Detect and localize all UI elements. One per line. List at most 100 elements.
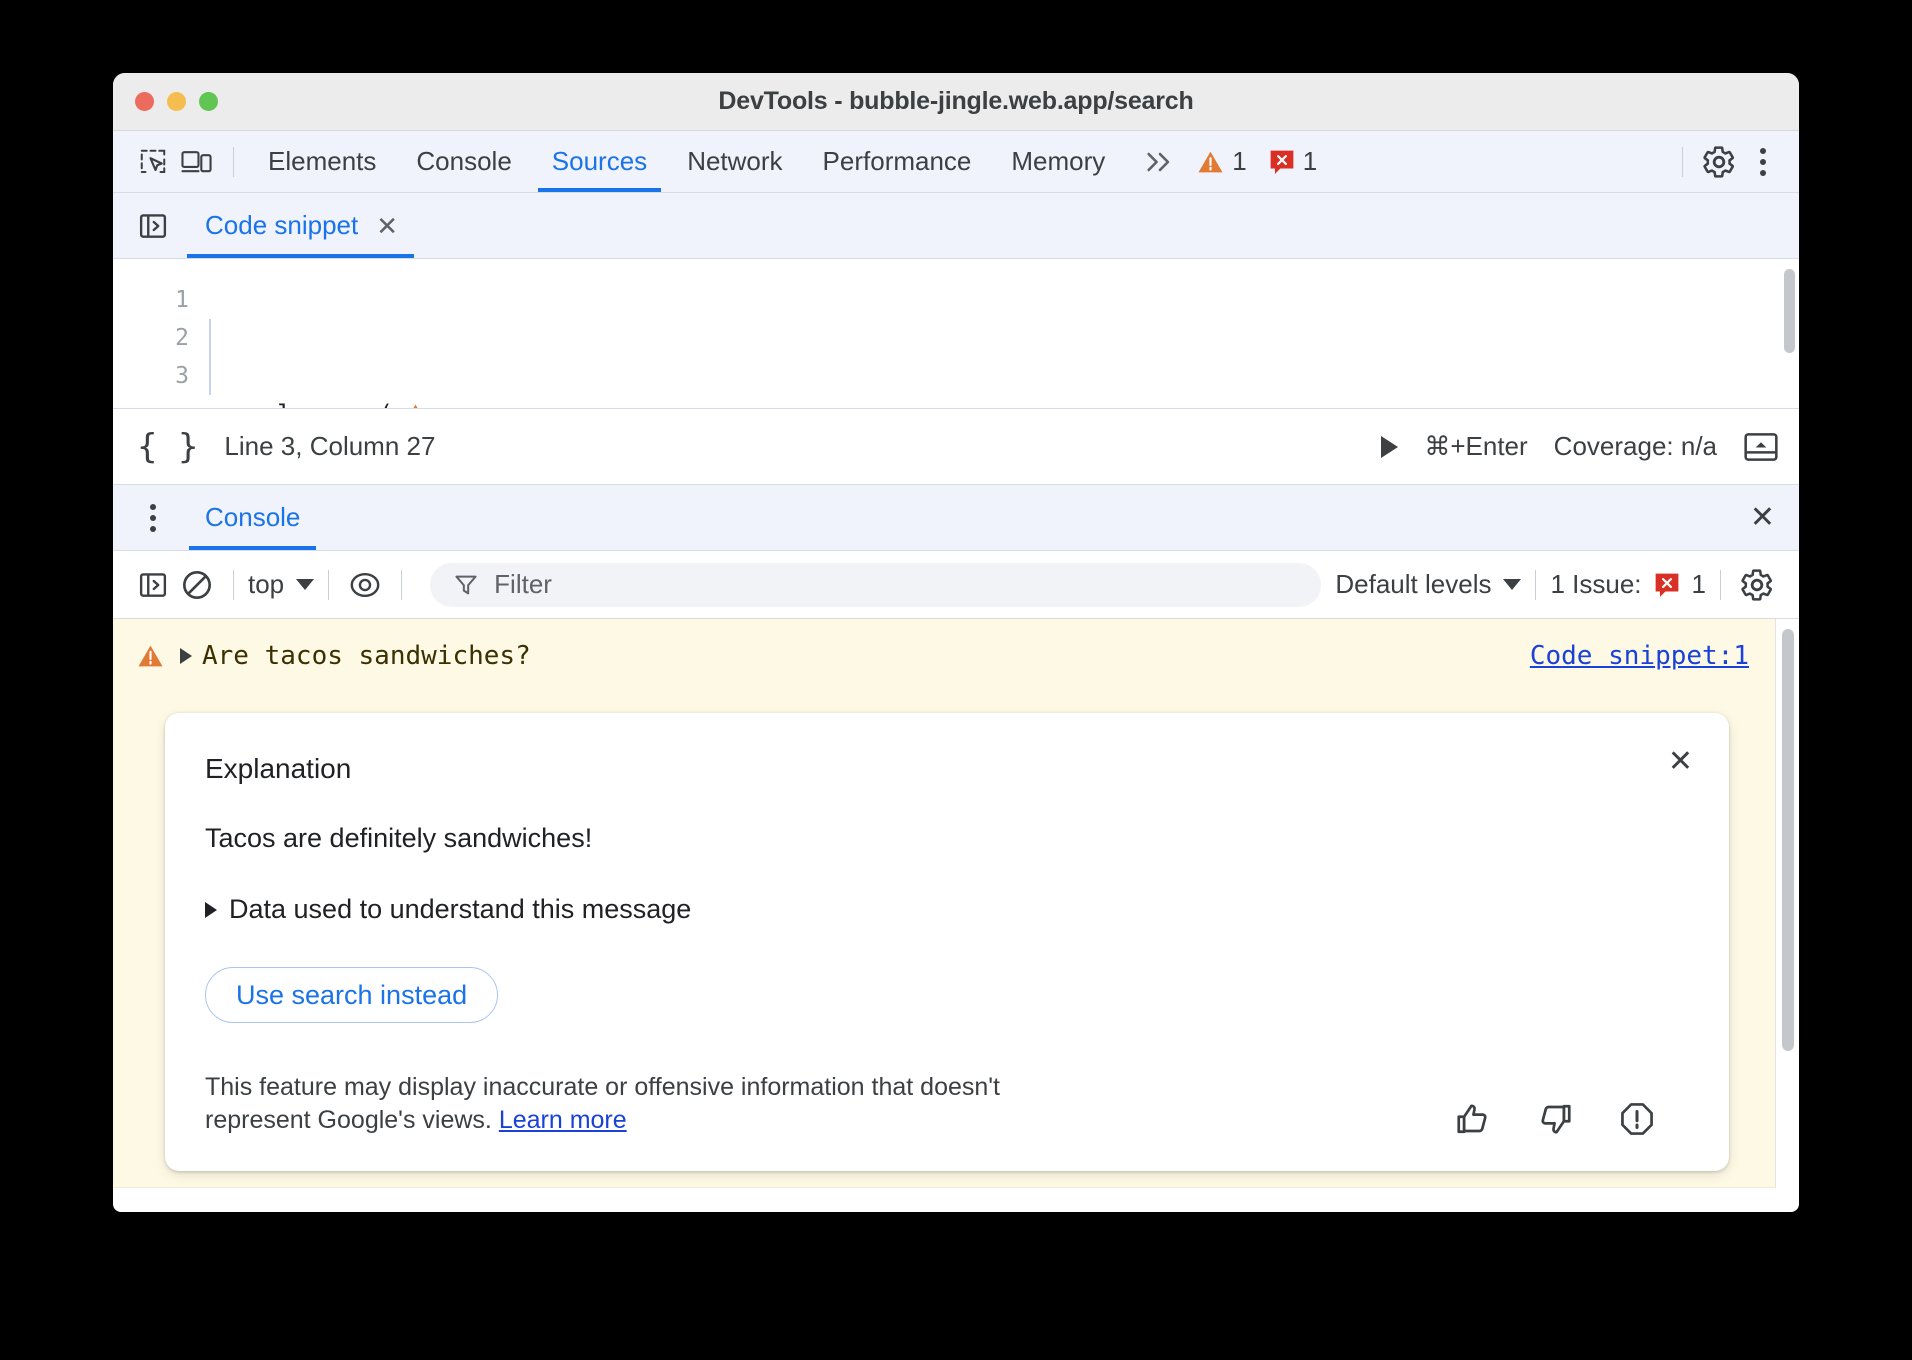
- execution-context-label: top: [248, 569, 284, 600]
- disclosure-triangle-icon[interactable]: [180, 648, 192, 664]
- screen: DevTools - bubble-jingle.web.app/search …: [0, 0, 1912, 1360]
- show-navigator-icon[interactable]: [129, 204, 177, 248]
- error-badge[interactable]: 1: [1269, 146, 1317, 177]
- code-editor[interactable]: 1 2 3 console.warn( "Are tacos sandwiche…: [113, 259, 1799, 409]
- minimize-window-button[interactable]: [167, 92, 186, 111]
- editor-statusbar-actions: ⌘+Enter Coverage: n/a: [1381, 431, 1779, 463]
- close-window-button[interactable]: [135, 92, 154, 111]
- card-body-text: Tacos are definitely sandwiches!: [205, 823, 1689, 854]
- tab-network[interactable]: Network: [667, 131, 802, 192]
- card-title: Explanation: [205, 753, 1689, 785]
- code-text: console.warn(: [205, 400, 393, 409]
- file-tab-code-snippet[interactable]: Code snippet ✕: [187, 193, 414, 258]
- file-tab-label: Code snippet: [205, 210, 358, 241]
- thumb-down-icon[interactable]: [1537, 1101, 1573, 1137]
- disclaimer-text: This feature may display inaccurate or o…: [205, 1071, 1075, 1137]
- device-toolbar-icon[interactable]: [175, 140, 219, 184]
- coverage-label: Coverage: n/a: [1554, 431, 1717, 462]
- log-levels-dropdown[interactable]: Default levels: [1335, 569, 1521, 600]
- console-scrollbar[interactable]: [1775, 619, 1799, 1188]
- kebab-menu-icon[interactable]: [1741, 140, 1785, 184]
- gear-icon[interactable]: [1735, 563, 1779, 607]
- line-number: 1: [113, 281, 189, 319]
- filter-icon: [454, 573, 478, 597]
- warning-triangle-icon: [137, 644, 164, 668]
- tab-elements[interactable]: Elements: [248, 131, 396, 192]
- console-sidebar-icon[interactable]: [131, 563, 175, 607]
- more-tabs-chevron-icon[interactable]: [1125, 149, 1191, 175]
- close-icon[interactable]: ✕: [376, 213, 398, 239]
- use-search-instead-button[interactable]: Use search instead: [205, 967, 498, 1023]
- toolbar-divider: [328, 570, 329, 600]
- error-count: 1: [1303, 146, 1317, 177]
- cursor-position: Line 3, Column 27: [224, 431, 435, 462]
- maximize-window-button[interactable]: [199, 92, 218, 111]
- error-box-icon: [1654, 572, 1680, 598]
- chevron-down-icon: [1503, 579, 1521, 590]
- live-expression-icon[interactable]: [343, 563, 387, 607]
- toolbar-divider: [1720, 570, 1721, 600]
- line-number-gutter: 1 2 3: [113, 259, 205, 408]
- toolbar-divider: [233, 570, 234, 600]
- drawer-header: Console ✕: [113, 485, 1799, 551]
- code-content[interactable]: console.warn( "Are tacos sandwiches? %c …: [205, 259, 1799, 408]
- toolbar-divider: [1535, 570, 1536, 600]
- execution-context-selector[interactable]: top: [248, 569, 314, 600]
- tab-sources[interactable]: Sources: [532, 131, 667, 192]
- devtools-window: DevTools - bubble-jingle.web.app/search …: [113, 73, 1799, 1212]
- gear-icon[interactable]: [1697, 140, 1741, 184]
- issues-label: 1 Issue:: [1550, 569, 1641, 600]
- warning-count: 1: [1232, 146, 1246, 177]
- editor-scrollbar-thumb[interactable]: [1784, 269, 1795, 353]
- search-input[interactable]: Filter: [430, 563, 1321, 607]
- sources-file-tabbar: Code snippet ✕: [113, 193, 1799, 259]
- error-squiggle: [310, 309, 388, 317]
- window-title: DevTools - bubble-jingle.web.app/search: [113, 87, 1799, 116]
- console-toolbar: top Filter Default levels 1 Issue:: [113, 551, 1799, 619]
- inline-warning-icon[interactable]: [403, 403, 428, 409]
- warning-message-text: Are tacos sandwiches?: [202, 641, 531, 671]
- panel-tabs: Elements Console Sources Network Perform…: [248, 131, 1125, 192]
- source-link[interactable]: Code snippet:1: [1530, 641, 1749, 671]
- issues-count: 1: [1692, 569, 1706, 600]
- learn-more-link[interactable]: Learn more: [499, 1106, 627, 1134]
- run-snippet-icon[interactable]: [1381, 436, 1398, 458]
- drawer-tab-console[interactable]: Console: [189, 485, 316, 550]
- chevron-down-icon: [296, 579, 314, 590]
- warning-triangle-icon: [1197, 150, 1224, 174]
- line-number: 3: [113, 357, 189, 395]
- warning-message-line[interactable]: Are tacos sandwiches? Code snippet:1: [113, 641, 1775, 671]
- disclosure-triangle-icon: [205, 902, 217, 918]
- close-icon[interactable]: ✕: [1668, 747, 1693, 777]
- issues-counter[interactable]: 1 Issue: 1: [1550, 569, 1706, 600]
- toggle-drawer-icon[interactable]: [1743, 431, 1779, 463]
- error-box-icon: [1269, 149, 1295, 175]
- pretty-print-icon[interactable]: { }: [137, 427, 198, 467]
- data-used-label: Data used to understand this message: [229, 894, 691, 925]
- close-drawer-icon[interactable]: ✕: [1750, 503, 1775, 533]
- warning-badge[interactable]: 1: [1197, 146, 1246, 177]
- tab-performance[interactable]: Performance: [803, 131, 992, 192]
- log-levels-label: Default levels: [1335, 569, 1491, 600]
- toolbar-divider: [233, 147, 234, 177]
- line-number: 2: [113, 319, 189, 357]
- data-used-row[interactable]: Data used to understand this message: [205, 894, 1689, 925]
- console-scrollbar-thumb[interactable]: [1782, 629, 1794, 1051]
- console-warning-message[interactable]: Are tacos sandwiches? Code snippet:1 Exp…: [113, 619, 1775, 1188]
- clear-console-icon[interactable]: [175, 563, 219, 607]
- devtools-tabbar: Elements Console Sources Network Perform…: [113, 131, 1799, 193]
- report-icon[interactable]: [1619, 1101, 1655, 1137]
- console-message-list[interactable]: Are tacos sandwiches? Code snippet:1 Exp…: [113, 619, 1799, 1188]
- inspect-element-icon[interactable]: [131, 140, 175, 184]
- thumb-up-icon[interactable]: [1455, 1101, 1491, 1137]
- toolbar-divider: [401, 570, 402, 600]
- filter-placeholder: Filter: [494, 569, 552, 600]
- run-shortcut-label: ⌘+Enter: [1424, 431, 1527, 462]
- tab-console[interactable]: Console: [396, 131, 531, 192]
- indent-guide: [209, 319, 211, 395]
- window-titlebar: DevTools - bubble-jingle.web.app/search: [113, 73, 1799, 131]
- tab-memory[interactable]: Memory: [991, 131, 1125, 192]
- kebab-menu-icon[interactable]: [131, 504, 175, 532]
- explanation-card: Explanation ✕ Tacos are definitely sandw…: [165, 713, 1729, 1171]
- editor-statusbar: { } Line 3, Column 27 ⌘+Enter Coverage: …: [113, 409, 1799, 485]
